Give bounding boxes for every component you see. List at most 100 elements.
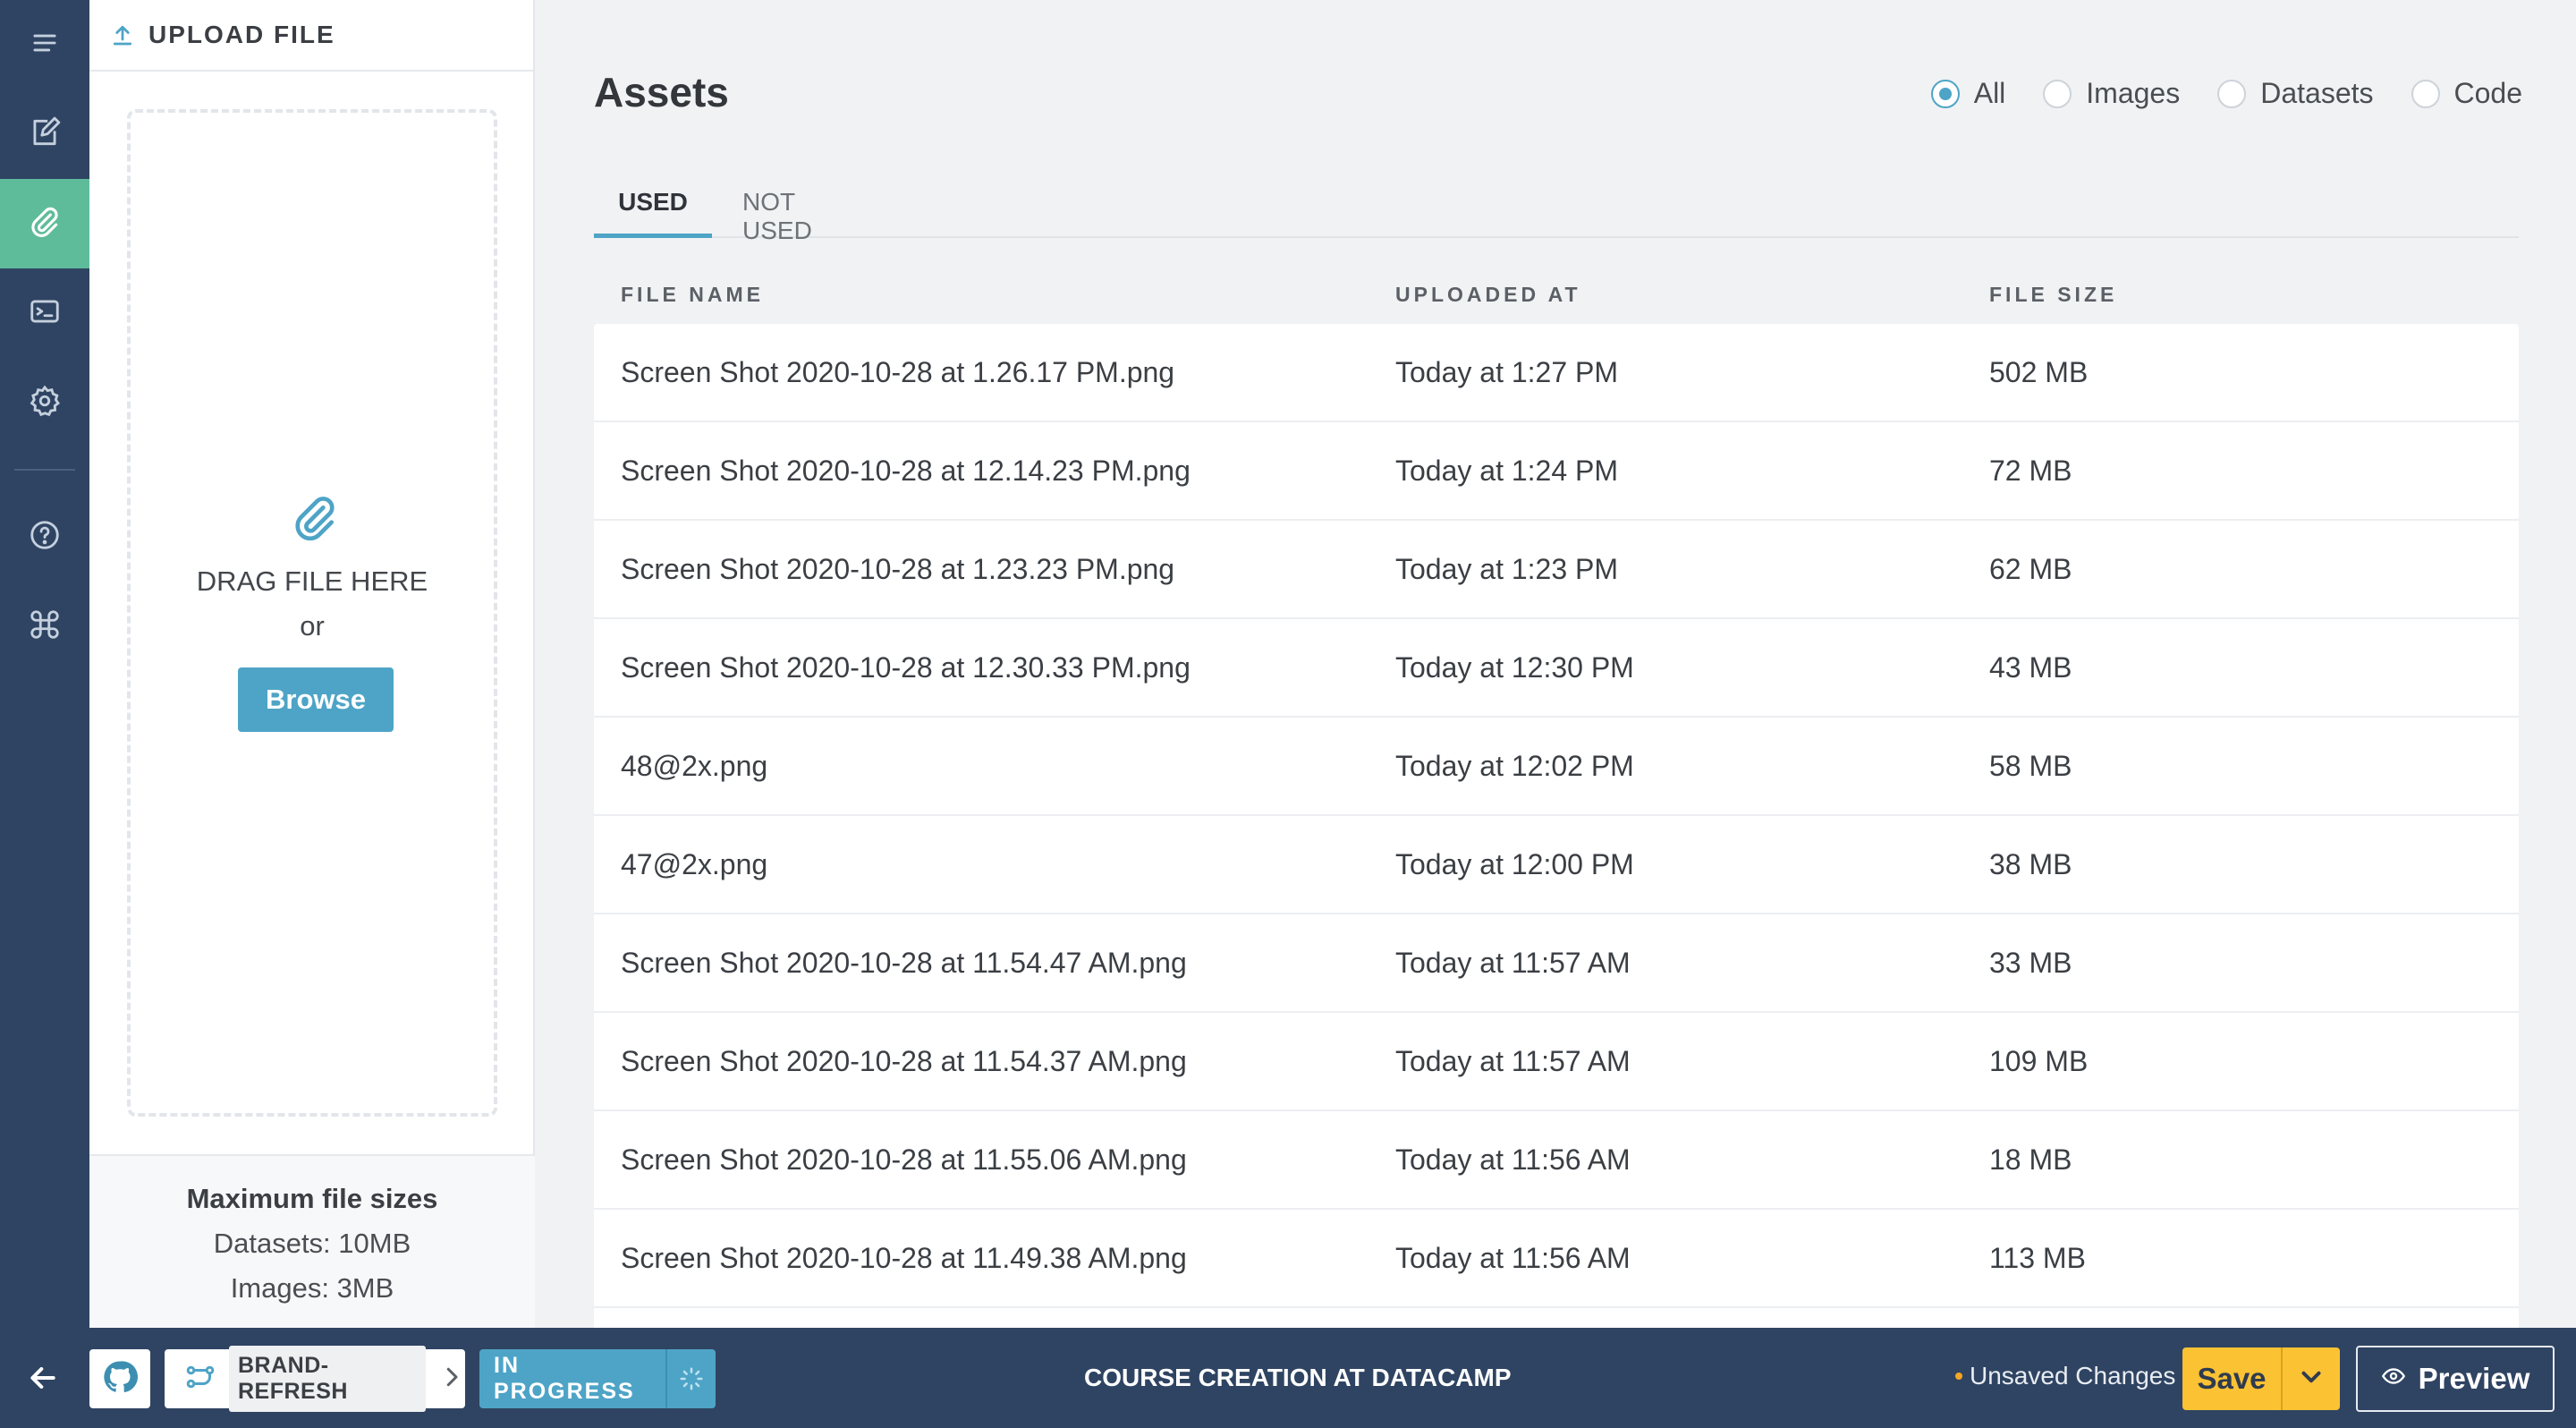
file-size-cell: 72 MB — [1989, 454, 2072, 487]
table-row[interactable]: Screen Shot 2020-10-28 at 11.54.47 AM.pn… — [594, 914, 2519, 1013]
file-size-cell: 502 MB — [1989, 355, 2089, 388]
table-header: FILE NAME UPLOADED AT FILE SIZE — [594, 274, 2519, 324]
github-icon — [102, 1359, 138, 1399]
file-name-cell: Screen Shot 2020-10-28 at 11.55.06 AM.pn… — [621, 1143, 1187, 1176]
assets-main: Assets All Images Datasets Code USED NOT… — [535, 0, 2576, 1328]
filter-images[interactable]: Images — [2043, 77, 2180, 110]
eye-icon — [2381, 1362, 2406, 1396]
table-row[interactable]: Screen Shot 2020-10-28 at 12.14.23 PM.pn… — [594, 422, 2519, 521]
radio-all[interactable] — [1930, 79, 1960, 108]
tab-not-used[interactable]: NOT USED — [742, 179, 868, 244]
or-text: or — [300, 610, 325, 642]
save-button[interactable]: Save — [2182, 1347, 2281, 1410]
preview-label: Preview — [2418, 1362, 2530, 1395]
command-icon — [28, 608, 62, 646]
file-size-cell: 58 MB — [1989, 749, 2072, 782]
uploaded-at-cell: Today at 11:57 AM — [1395, 946, 1631, 979]
file-name-cell: 47@2x.png — [621, 847, 768, 880]
drag-file-text: DRAG FILE HERE — [196, 565, 428, 597]
browse-button[interactable]: Browse — [238, 667, 394, 732]
preview-button[interactable]: Preview — [2356, 1346, 2555, 1412]
file-name-cell: Screen Shot 2020-10-28 at 11.54.37 AM.pn… — [621, 1044, 1187, 1077]
unsaved-dot — [1955, 1373, 1962, 1380]
col-file-name[interactable]: FILE NAME — [621, 283, 764, 307]
table-row[interactable]: Screen Shot 2020-10-28 at 12.30.33 PM.pn… — [594, 619, 2519, 718]
radio-code[interactable] — [2411, 79, 2440, 108]
limit-datasets: Datasets: 10MB — [213, 1228, 411, 1259]
branch-icon — [184, 1361, 216, 1398]
page-title: Assets — [594, 69, 729, 115]
filter-all[interactable]: All — [1930, 77, 2005, 110]
uploaded-at-cell: Today at 12:02 PM — [1395, 749, 1634, 782]
radio-images[interactable] — [2043, 79, 2072, 108]
file-size-cell: 43 MB — [1989, 650, 2072, 684]
table-row[interactable]: Screen Shot 2020-10-28 at 1.23.23 PM.png… — [594, 521, 2519, 619]
file-name-cell: Screen Shot 2020-10-28 at 11.49.38 AM.pn… — [621, 1241, 1187, 1274]
course-title: COURSE CREATION AT DATACAMP — [1084, 1364, 1512, 1391]
table-row[interactable]: Screen Shot 2020-10-28 at 11.49.38 AM.pn… — [594, 1210, 2519, 1308]
table-row[interactable]: Screen Shot 2020-10-28 at 11.55.06 AM.pn… — [594, 1111, 2519, 1210]
uploaded-at-cell: Today at 12:00 PM — [1395, 847, 1634, 880]
col-uploaded-at[interactable]: UPLOADED AT — [1395, 283, 1581, 307]
edit-icon — [28, 115, 62, 154]
settings-button[interactable] — [0, 358, 89, 447]
file-size-cell: 38 MB — [1989, 847, 2072, 880]
help-button[interactable] — [0, 492, 89, 582]
uploaded-at-cell: Today at 11:57 AM — [1395, 1044, 1631, 1077]
upload-title: UPLOAD FILE — [148, 21, 335, 48]
save-button-group: Save — [2182, 1347, 2340, 1410]
filter-label: Datasets — [2260, 77, 2374, 109]
bottom-bar: BRAND-REFRESH IN PROGRESS COURSE CREATIO… — [0, 1328, 2576, 1428]
upload-panel: UPLOAD FILE DRAG FILE HERE or Browse Max… — [89, 0, 535, 1328]
console-icon — [28, 294, 62, 333]
filter-datasets[interactable]: Datasets — [2217, 77, 2374, 110]
limits-title: Maximum file sizes — [186, 1183, 438, 1214]
uploaded-at-cell: Today at 1:27 PM — [1395, 355, 1619, 388]
table-row[interactable]: Screen Shot 2020-10-28 at 1.26.17 PM.png… — [594, 324, 2519, 422]
paperclip-icon — [290, 493, 340, 543]
filter-label: Images — [2086, 77, 2181, 109]
arrow-left-icon — [25, 1367, 61, 1399]
file-size-cell: 62 MB — [1989, 552, 2072, 585]
usage-tabs: USED NOT USED — [594, 179, 2519, 244]
unsaved-indicator: Unsaved Changes — [1955, 1362, 2175, 1390]
table-row[interactable]: Screen Shot 2020-10-28 at 11.54.37 AM.pn… — [594, 1013, 2519, 1111]
menu-icon — [28, 26, 62, 64]
filter-code[interactable]: Code — [2411, 77, 2523, 110]
upload-header: UPLOAD FILE — [89, 0, 533, 72]
upload-icon — [109, 21, 136, 48]
radio-datasets[interactable] — [2217, 79, 2247, 108]
github-button[interactable] — [89, 1349, 150, 1408]
file-size-cell: 33 MB — [1989, 946, 2072, 979]
unsaved-text: Unsaved Changes — [1970, 1362, 2176, 1390]
gear-icon — [28, 384, 62, 422]
tab-used[interactable]: USED — [594, 179, 712, 238]
table-row-partial[interactable] — [594, 1308, 2519, 1328]
table-row[interactable]: 47@2x.png Today at 12:00 PM 38 MB — [594, 816, 2519, 914]
file-name-cell: Screen Shot 2020-10-28 at 12.30.33 PM.pn… — [621, 650, 1191, 684]
menu-button[interactable] — [0, 0, 89, 89]
branch-selector[interactable]: BRAND-REFRESH — [165, 1346, 465, 1412]
assets-button[interactable] — [0, 179, 89, 268]
assets-table: FILE NAME UPLOADED AT FILE SIZE Screen S… — [594, 274, 2519, 1328]
uploaded-at-cell: Today at 1:23 PM — [1395, 552, 1619, 585]
file-name-cell: Screen Shot 2020-10-28 at 12.14.23 PM.pn… — [621, 454, 1191, 487]
col-file-size[interactable]: FILE SIZE — [1989, 283, 2117, 307]
shortcuts-button[interactable] — [0, 582, 89, 671]
file-name-cell: Screen Shot 2020-10-28 at 1.26.17 PM.png — [621, 355, 1175, 388]
edit-button[interactable] — [0, 89, 89, 179]
save-options-button[interactable] — [2281, 1347, 2340, 1410]
asset-type-filter: All Images Datasets Code — [1930, 77, 2523, 110]
back-button[interactable] — [25, 1360, 61, 1396]
filter-label: Code — [2453, 77, 2523, 109]
chevron-right-icon — [438, 1364, 465, 1395]
file-dropzone[interactable]: DRAG FILE HERE or Browse — [127, 109, 497, 1117]
table-body: Screen Shot 2020-10-28 at 1.26.17 PM.png… — [594, 324, 2519, 1328]
file-size-limits: Maximum file sizes Datasets: 10MB Images… — [89, 1154, 535, 1328]
file-name-cell: 48@2x.png — [621, 749, 768, 782]
icon-rail — [0, 0, 89, 1328]
help-icon — [28, 518, 62, 557]
status-badge[interactable]: IN PROGRESS — [479, 1349, 716, 1408]
console-button[interactable] — [0, 268, 89, 358]
table-row[interactable]: 48@2x.png Today at 12:02 PM 58 MB — [594, 718, 2519, 816]
